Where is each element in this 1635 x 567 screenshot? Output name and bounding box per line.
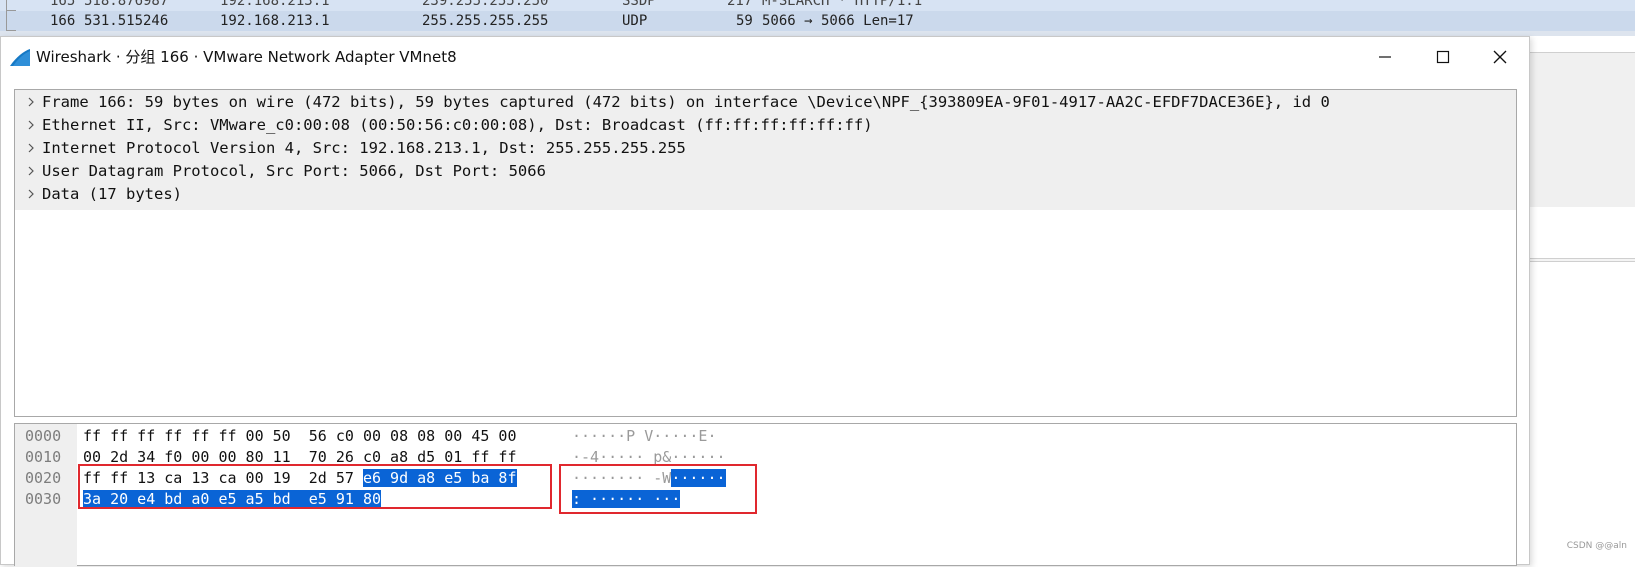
chevron-right-icon[interactable]	[24, 182, 38, 206]
tree-connector	[6, 0, 16, 11]
packet-length: 217	[727, 0, 753, 9]
hex-bytes[interactable]: 3a 20 e4 bd a0 e5 a5 bd e5 91 80	[83, 488, 382, 510]
tree-item-udp[interactable]: User Datagram Protocol, Src Port: 5066, …	[15, 159, 1516, 183]
tree-item-label: Frame 166: 59 bytes on wire (472 bits), …	[42, 93, 1330, 111]
packet-destination: 255.255.255.255	[422, 13, 549, 29]
packet-bytes-pane[interactable]: 0000 ff ff ff ff ff ff 00 50 56 c0 00 08…	[14, 423, 1517, 567]
tree-connector	[6, 11, 16, 31]
packet-dialog: Wireshark · 分组 166 · VMware Network Adap…	[0, 36, 1530, 567]
ascii-bytes[interactable]: : ······ ···	[572, 488, 681, 510]
background-pane	[1530, 52, 1635, 207]
hex-bytes[interactable]: ff ff ff ff ff ff 00 50 56 c0 00 08 08 0…	[83, 425, 516, 447]
tree-item-label: User Datagram Protocol, Src Port: 5066, …	[42, 162, 546, 180]
chevron-right-icon[interactable]	[24, 159, 38, 183]
hex-bytes[interactable]: 00 2d 34 f0 00 00 80 11 70 26 c0 a8 d5 0…	[83, 446, 516, 468]
packet-info: 5066 → 5066 Len=17	[762, 13, 914, 29]
byte-offset: 0010	[25, 448, 62, 466]
ascii-selection[interactable]: : ······ ···	[572, 490, 681, 508]
packet-info: M-SEARCH * HTTP/1.1	[762, 0, 923, 9]
packet-time: 531.515246	[84, 13, 169, 29]
hex-bytes[interactable]: ff ff 13 ca 13 ca 00 19 2d 57 e6 9d a8 e…	[83, 467, 517, 489]
ascii-bytes[interactable]: ········ -W······	[572, 467, 726, 489]
ascii-bytes[interactable]: ······P V·····E·	[572, 425, 717, 447]
packet-no: 166	[50, 13, 76, 29]
window-title: Wireshark · 分组 166 · VMware Network Adap…	[36, 48, 457, 66]
chevron-right-icon[interactable]	[24, 136, 38, 160]
maximize-button[interactable]	[1414, 37, 1472, 77]
maximize-icon	[1436, 50, 1450, 64]
tree-item-data[interactable]: Data (17 bytes)	[15, 182, 1516, 206]
packet-source: 192.168.213.1	[220, 0, 330, 9]
chevron-right-icon[interactable]	[24, 113, 38, 137]
minimize-icon	[1379, 56, 1391, 58]
packet-length: 59	[736, 13, 753, 29]
ascii-selection[interactable]: ······	[671, 469, 726, 487]
chevron-right-icon[interactable]	[24, 90, 38, 114]
byte-offset: 0030	[25, 490, 62, 508]
packet-source: 192.168.213.1	[220, 13, 330, 29]
packet-destination: 239.255.255.250	[422, 0, 549, 9]
packet-no: 165	[50, 0, 76, 9]
packet-list-row[interactable]: 165 518.876987 192.168.213.1 239.255.255…	[0, 0, 1635, 11]
tree-item-ethernet[interactable]: Ethernet II, Src: VMware_c0:00:08 (00:50…	[15, 113, 1516, 137]
packet-details-pane[interactable]: Frame 166: 59 bytes on wire (472 bits), …	[14, 89, 1517, 417]
watermark: CSDN @@aln	[1566, 541, 1627, 551]
background-main-window: CSDN @@aln	[1530, 36, 1635, 565]
packet-list-background: 165 518.876987 192.168.213.1 239.255.255…	[0, 0, 1635, 36]
packet-list-row-selected[interactable]: 166 531.515246 192.168.213.1 255.255.255…	[0, 11, 1635, 31]
tree-item-label: Data (17 bytes)	[42, 185, 182, 203]
ascii-bytes[interactable]: ·-4····· p&······	[572, 446, 726, 468]
packet-protocol: UDP	[622, 13, 648, 29]
tree-item-label: Ethernet II, Src: VMware_c0:00:08 (00:50…	[42, 116, 873, 134]
tree-item-ipv4[interactable]: Internet Protocol Version 4, Src: 192.16…	[15, 136, 1516, 160]
tree-item-label: Internet Protocol Version 4, Src: 192.16…	[42, 139, 686, 157]
wireshark-fin-icon	[10, 49, 30, 66]
hex-selection[interactable]: e6 9d a8 e5 ba 8f	[362, 469, 517, 487]
background-splitter[interactable]	[1530, 258, 1635, 262]
minimize-button[interactable]	[1356, 37, 1414, 77]
hex-selection[interactable]: 3a 20 e4 bd a0 e5 a5 bd e5 91 80	[83, 490, 382, 508]
byte-offset: 0000	[25, 427, 62, 445]
byte-offset: 0020	[25, 469, 62, 487]
title-bar[interactable]: Wireshark · 分组 166 · VMware Network Adap…	[1, 37, 1529, 77]
tree-item-frame[interactable]: Frame 166: 59 bytes on wire (472 bits), …	[15, 90, 1516, 114]
packet-protocol: SSDP	[622, 0, 656, 9]
close-button[interactable]	[1471, 37, 1529, 77]
packet-time: 518.876987	[84, 0, 169, 9]
close-icon	[1493, 50, 1507, 64]
